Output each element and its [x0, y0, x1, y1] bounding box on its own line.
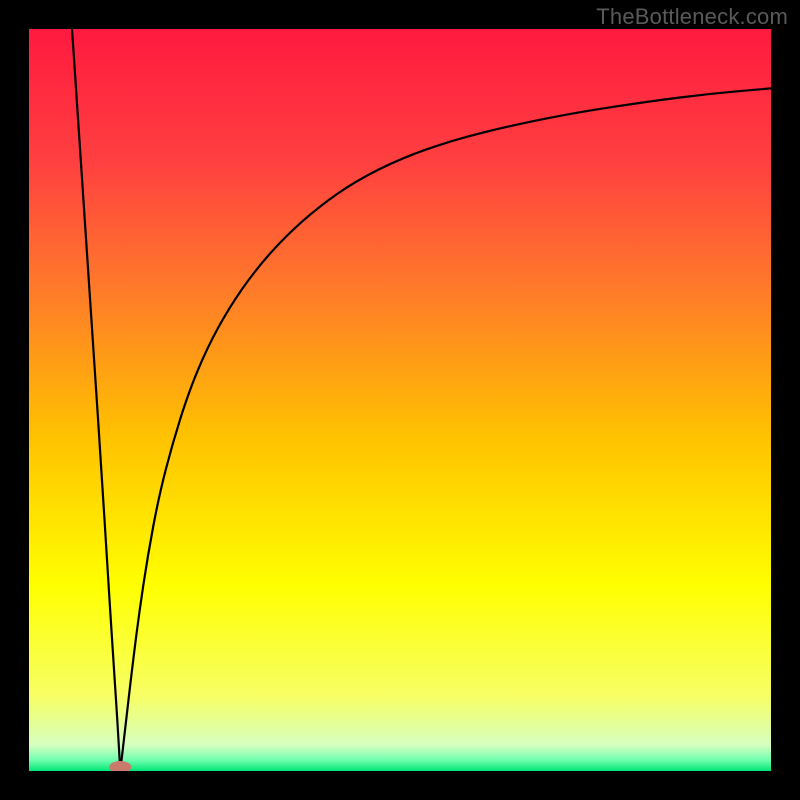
- plot-area: [29, 29, 771, 771]
- gradient-background: [29, 29, 771, 771]
- watermark-text: TheBottleneck.com: [596, 4, 788, 30]
- chart-svg: [29, 29, 771, 771]
- chart-frame: TheBottleneck.com: [0, 0, 800, 800]
